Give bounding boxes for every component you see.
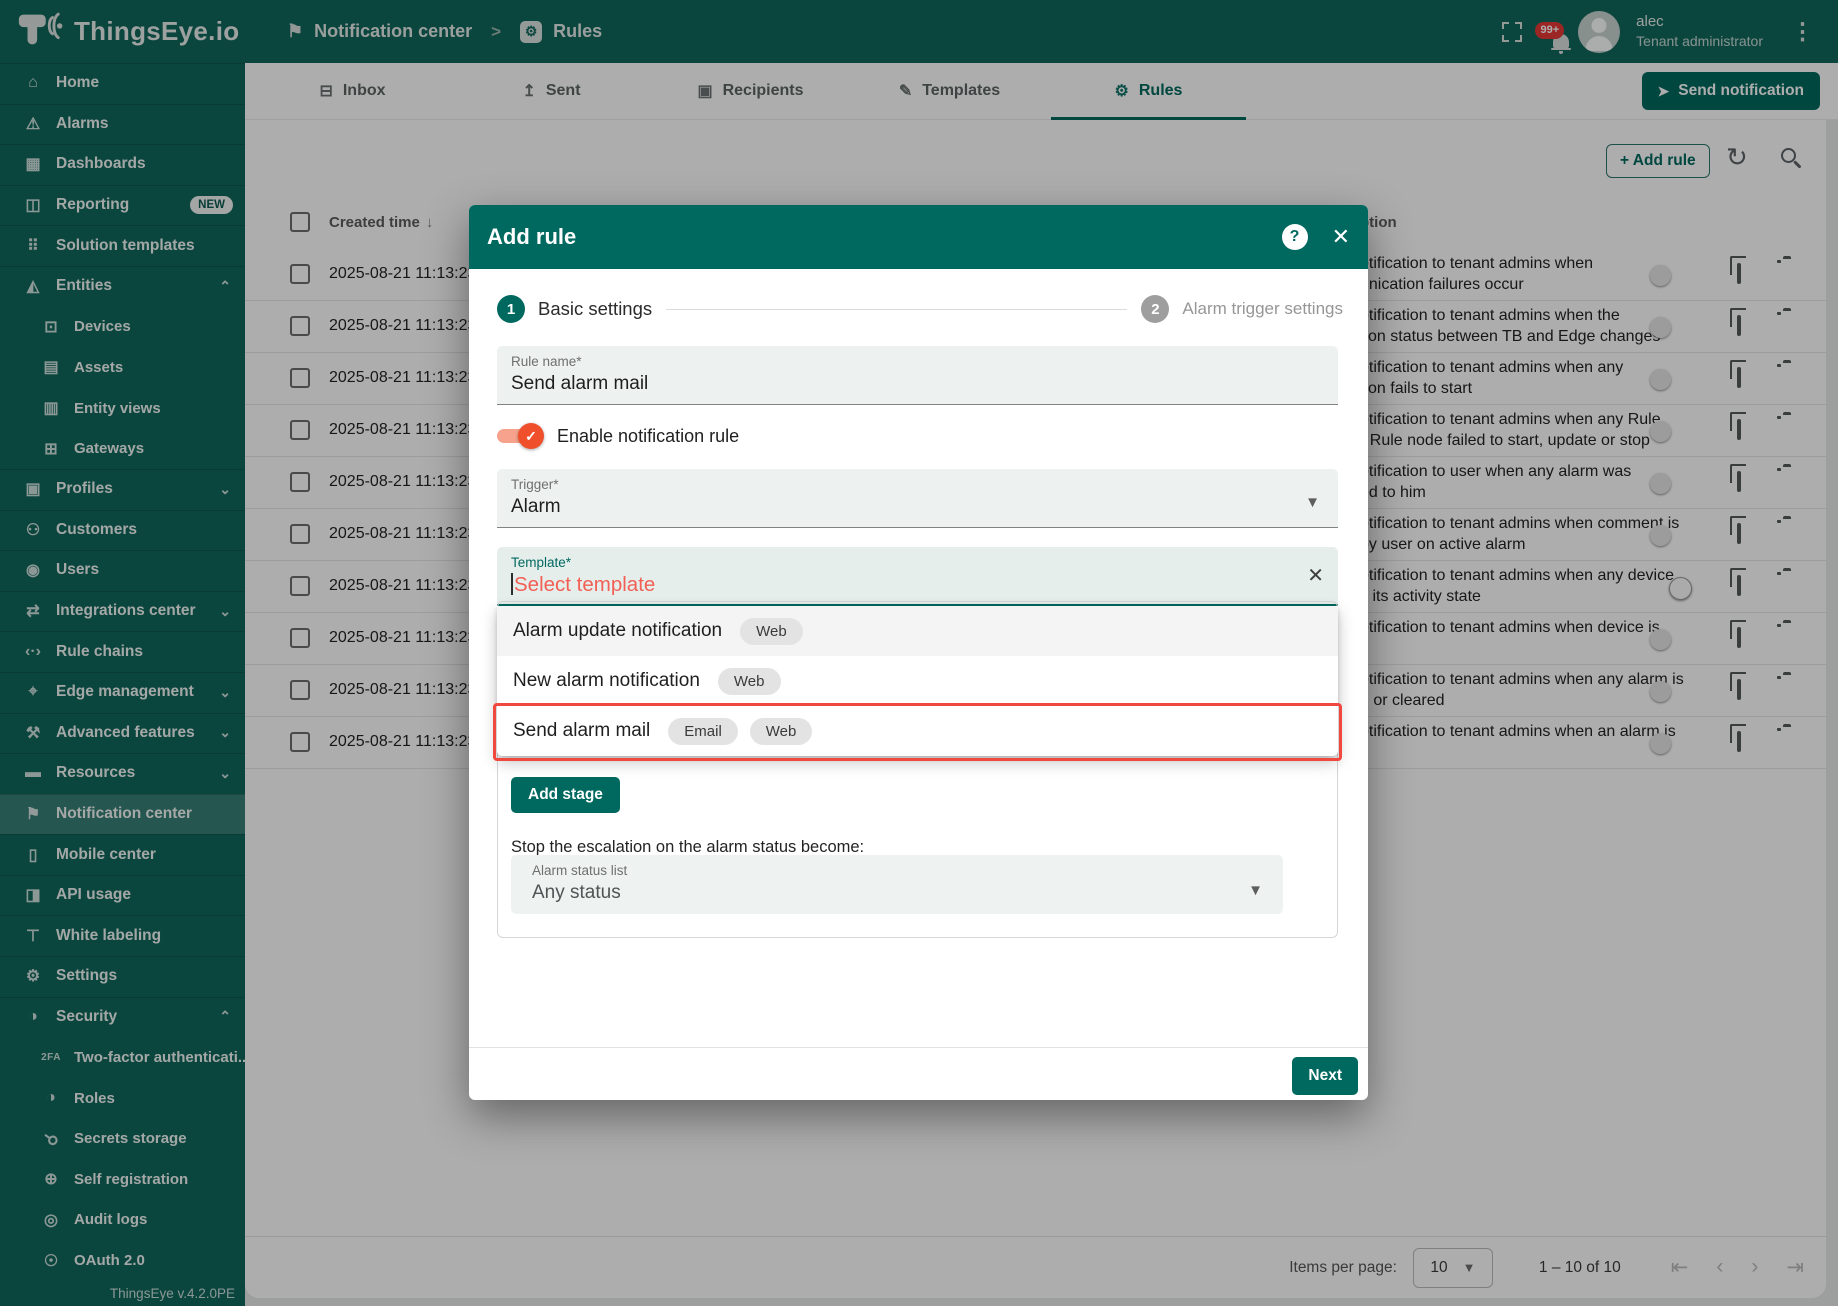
close-icon[interactable]: ✕ [1332,226,1350,248]
trigger-select[interactable]: Trigger* Alarm ▼ [497,469,1338,528]
trigger-label: Trigger* [511,477,1324,492]
text-caret [511,573,513,595]
option-chips: Web [718,668,781,695]
step-2-label[interactable]: Alarm trigger settings [1182,299,1343,319]
step-2-number: 2 [1141,295,1169,323]
dropdown-option-label: New alarm notification [513,670,700,692]
template-placeholder: Select template [511,573,1324,597]
alarm-status-value: Any status [532,882,1262,904]
help-icon[interactable]: ? [1282,224,1308,250]
app-root: ThingsEye.io ⚑ Notification center > ⚙ R… [0,0,1838,1306]
step-1-number: 1 [497,295,525,323]
alarm-status-label: Alarm status list [532,863,1262,878]
alarm-status-select[interactable]: Alarm status list Any status ▼ [511,855,1283,914]
stepper-connector [666,309,1127,310]
rule-name-label: Rule name* [511,354,1324,369]
option-chips: Web [740,618,803,645]
trigger-value: Alarm [511,496,1324,518]
template-field[interactable]: Template* Select template ✕ [497,547,1338,606]
dialog-footer-divider [469,1047,1368,1048]
rule-name-field[interactable]: Rule name* Send alarm mail [497,346,1338,405]
dialog-title: Add rule [487,224,576,250]
rule-name-value: Send alarm mail [511,373,1324,395]
toggle-check-icon: ✓ [518,423,544,449]
next-button[interactable]: Next [1292,1057,1358,1095]
dropdown-option-new-alarm-notification[interactable]: New alarm notification Web [497,656,1338,706]
dropdown-option-alarm-update-notification[interactable]: Alarm update notification Web [497,606,1338,656]
dropdown-arrow-icon: ▼ [1305,494,1320,511]
enable-rule-label: Enable notification rule [557,426,739,447]
dialog-header: Add rule ? ✕ [469,205,1368,269]
chip-web: Web [740,618,803,645]
chip-web: Web [718,668,781,695]
dropdown-arrow-icon: ▼ [1248,882,1263,899]
template-label: Template* [511,555,1324,570]
enable-rule-toggle[interactable]: ✓ [497,427,541,445]
add-rule-dialog: Add rule ? ✕ 1 Basic settings 2 Alarm tr… [469,205,1368,1100]
step-1-label[interactable]: Basic settings [538,298,652,320]
enable-rule-toggle-row: ✓ Enable notification rule [497,420,739,452]
add-stage-button[interactable]: Add stage [511,777,620,813]
annotation-highlight-box [493,703,1342,761]
dropdown-option-label: Alarm update notification [513,620,722,642]
clear-icon[interactable]: ✕ [1307,563,1324,588]
stepper: 1 Basic settings 2 Alarm trigger setting… [497,291,1343,327]
